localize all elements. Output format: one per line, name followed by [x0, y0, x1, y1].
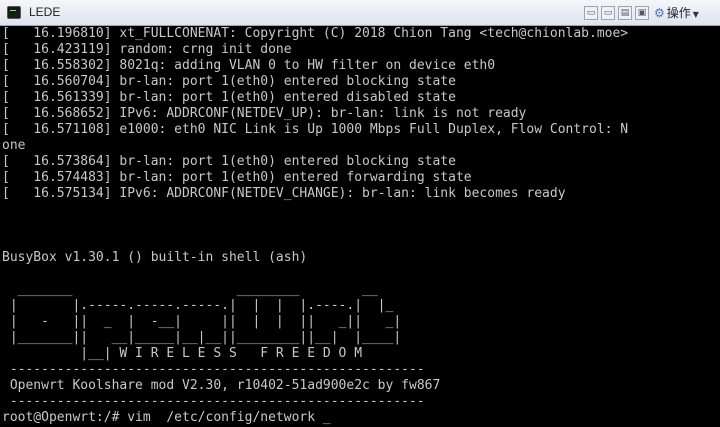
divider-line: ----------------------------------------… — [2, 362, 425, 377]
chevron-down-icon: ▼ — [692, 10, 699, 19]
openwrt-ascii-logo: | |.-----.-----.-----.| | | |.----.| |_ — [2, 298, 394, 313]
gear-icon: ⚙ — [654, 6, 665, 20]
view-mode-2-icon[interactable]: ▭ — [601, 6, 615, 20]
firmware-version-line: Openwrt Koolshare mod V2.30, r10402-51ad… — [2, 378, 441, 393]
console-line: one — [2, 138, 26, 153]
console-line: [ 16.560704] br-lan: port 1(eth0) entere… — [2, 74, 456, 89]
console-line: [ 16.196810] xt_FULLCONENAT: Copyright (… — [2, 26, 629, 41]
view-mode-3-icon[interactable]: ▤ — [618, 6, 632, 20]
shell-prompt-line[interactable]: root@Openwrt:/# vim /etc/config/network … — [2, 410, 331, 426]
openwrt-ascii-logo: |_______|| __|_____|__|__||________||__|… — [2, 330, 402, 345]
window-title: LEDE — [29, 5, 61, 19]
console-line: [ 16.575134] IPv6: ADDRCONF(NETDEV_CHANG… — [2, 186, 566, 201]
window-titlebar: LEDE ▭ ▭ ▤ ▣ ⚙ 操作 ▼ — [0, 0, 720, 26]
console-line: [ 16.423119] random: crng init done — [2, 42, 292, 57]
openwrt-ascii-logo: |__| W I R E L E S S F R E E D O M — [2, 346, 363, 361]
console-line: [ 16.574483] br-lan: port 1(eth0) entere… — [2, 170, 472, 185]
terminal-console[interactable]: [ 16.196810] xt_FULLCONENAT: Copyright (… — [0, 26, 720, 427]
console-line: [ 16.568652] IPv6: ADDRCONF(NETDEV_UP): … — [2, 106, 527, 121]
openwrt-ascii-logo: | - || _ | -__| || | | || _|| _| — [2, 314, 402, 329]
text-cursor: _ — [322, 410, 331, 425]
view-mode-1-icon[interactable]: ▭ — [584, 6, 598, 20]
terminal-app-icon — [7, 6, 21, 19]
divider-line: ----------------------------------------… — [2, 394, 425, 409]
console-line: [ 16.561339] br-lan: port 1(eth0) entere… — [2, 90, 456, 105]
busybox-banner: BusyBox v1.30.1 () built-in shell (ash) — [2, 250, 308, 265]
console-line: [ 16.571108] e1000: eth0 NIC Link is Up … — [2, 122, 629, 137]
console-line: [ 16.573864] br-lan: port 1(eth0) entere… — [2, 154, 456, 169]
console-line: [ 16.558302] 8021q: adding VLAN 0 to HW … — [2, 58, 496, 73]
actions-menu[interactable]: ⚙ 操作 ▼ — [654, 4, 699, 21]
actions-menu-label: 操作 — [666, 6, 691, 20]
shell-command: root@Openwrt:/# vim /etc/config/network — [2, 410, 323, 425]
view-mode-4-icon[interactable]: ▣ — [635, 6, 649, 20]
openwrt-ascii-logo: _______ ________ __ — [2, 282, 378, 297]
